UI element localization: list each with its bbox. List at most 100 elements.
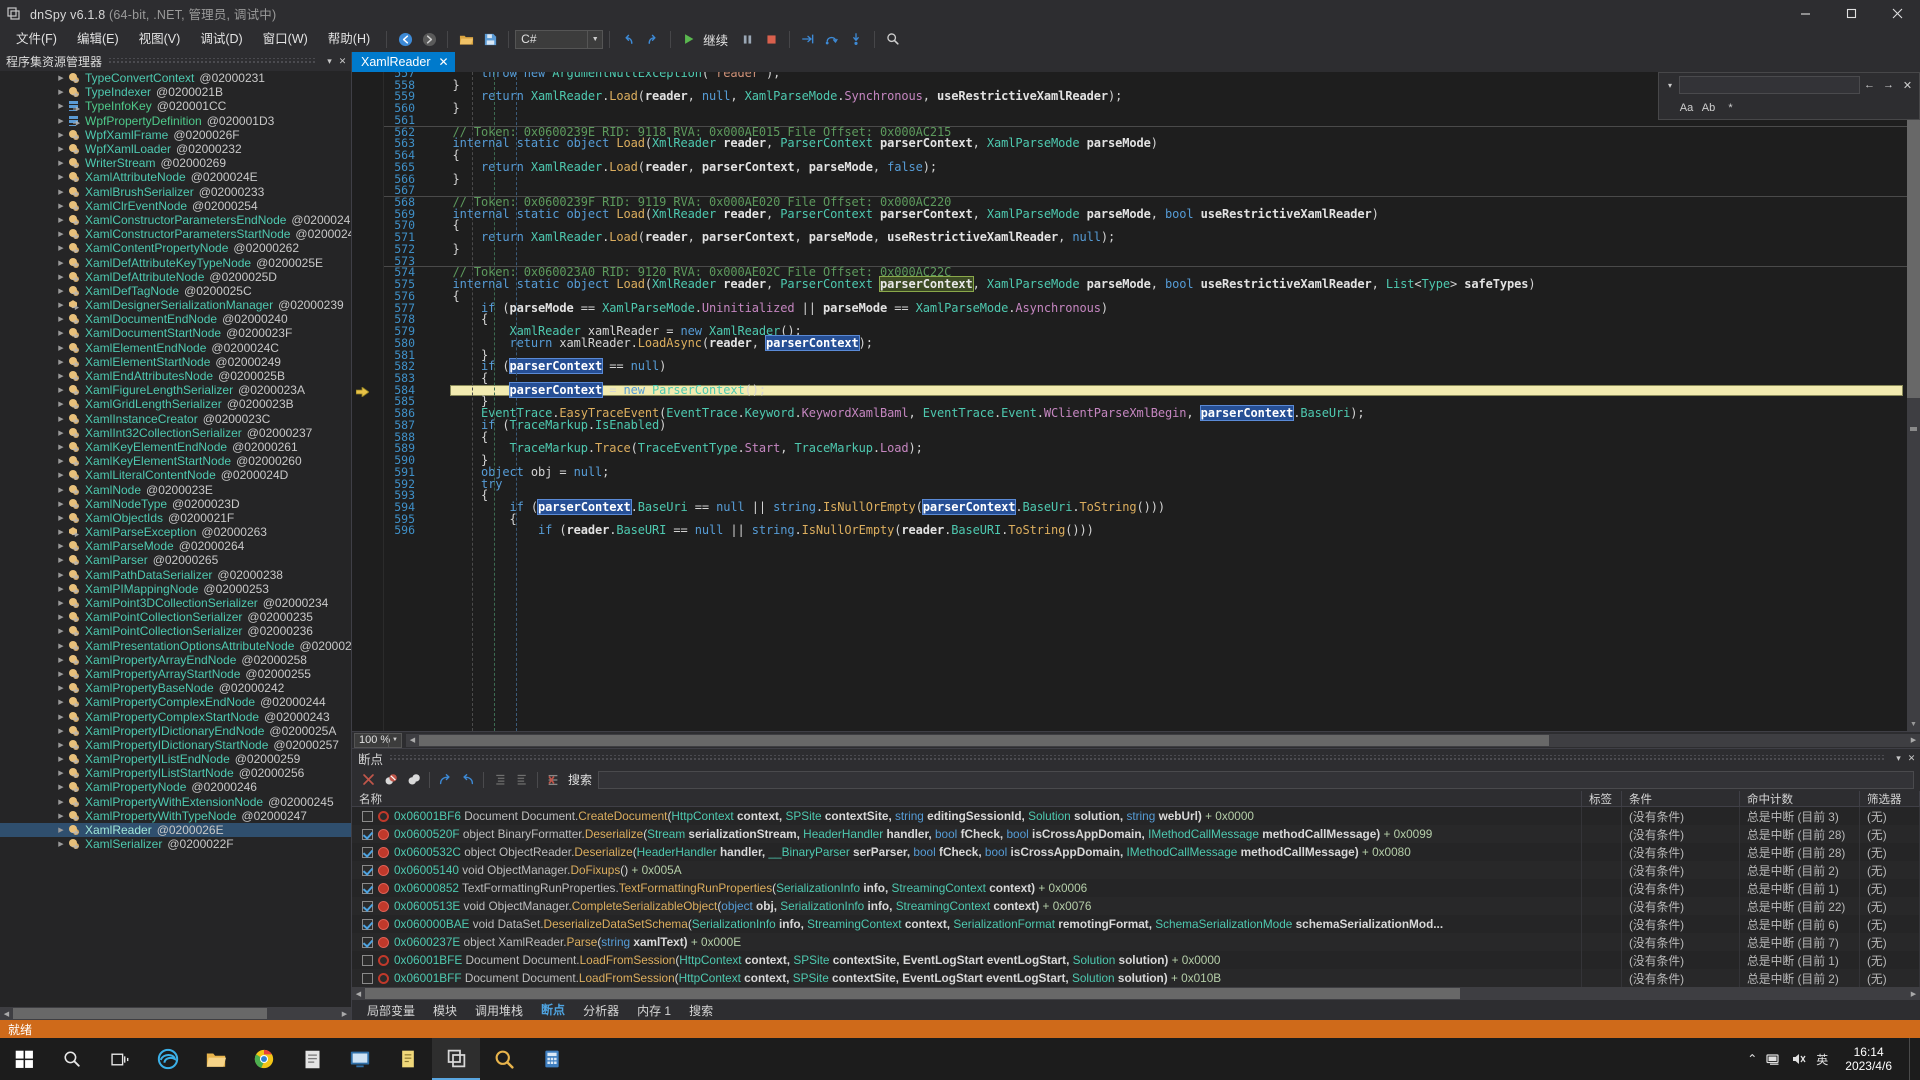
bp-label-cell[interactable] xyxy=(1582,933,1622,951)
find-input[interactable] xyxy=(1679,76,1860,94)
zoom-combo[interactable]: 100 % ▼ xyxy=(354,732,402,748)
expand-all-icon[interactable] xyxy=(488,769,510,790)
tree-expander-icon[interactable]: ▶ xyxy=(55,656,67,664)
tree-expander-icon[interactable]: ▶ xyxy=(55,471,67,479)
hscroll-left-icon[interactable]: ◀ xyxy=(406,734,419,747)
find-next-icon[interactable]: → xyxy=(1879,74,1898,96)
code-line[interactable]: 590 } xyxy=(384,454,1907,467)
tree-item[interactable]: ▶ XamlReader @0200026E xyxy=(0,822,351,838)
code-line[interactable]: 589 TraceMarkup.Trace(TraceEventType.Sta… xyxy=(384,442,1907,455)
bp-scroll-left-icon[interactable]: ◀ xyxy=(352,987,365,1000)
code-line[interactable]: 584 parserContext = new ParserContext(); xyxy=(384,381,1907,398)
tree-expander-icon[interactable]: ▶ xyxy=(55,812,67,820)
tree-item[interactable]: ▶ XamlPropertyNode @02000246 xyxy=(0,780,351,794)
breakpoints-list[interactable]: 0x06001BF6 Document Document.CreateDocum… xyxy=(352,807,1920,987)
bp-hitcount-cell[interactable]: 总是中断 (目前 2) xyxy=(1740,969,1860,987)
menu-edit[interactable]: 编辑(E) xyxy=(67,29,129,50)
bp-filter-cell[interactable]: (无) xyxy=(1860,933,1920,951)
network-icon[interactable] xyxy=(1766,1051,1782,1067)
tree-expander-icon[interactable]: ▶ xyxy=(55,585,67,593)
debug-tab[interactable]: 分析器 xyxy=(574,1000,628,1021)
breakpoints-search-input[interactable] xyxy=(598,770,1914,789)
menu-window[interactable]: 窗口(W) xyxy=(253,29,318,50)
tree-expander-icon[interactable]: ▶ xyxy=(55,826,67,834)
bp-condition-cell[interactable]: (没有条件) xyxy=(1622,915,1740,933)
tree-item[interactable]: ▶ XamlPresentationOptionsAttributeNode @02… xyxy=(0,639,351,653)
tree-expander-icon[interactable]: ▶ xyxy=(55,642,67,650)
bp-condition-cell[interactable]: (没有条件) xyxy=(1622,879,1740,897)
bp-name-cell[interactable]: 0x0600520F object BinaryFormatter.Deseri… xyxy=(352,825,1582,843)
bp-label-cell[interactable] xyxy=(1582,825,1622,843)
tree-expander-icon[interactable]: ▶ xyxy=(55,386,67,394)
bp-condition-cell[interactable]: (没有条件) xyxy=(1622,825,1740,843)
bp-hitcount-cell[interactable]: 总是中断 (目前 3) xyxy=(1740,807,1860,825)
tree-expander-icon[interactable]: ▶ xyxy=(55,698,67,706)
maximize-button[interactable] xyxy=(1828,0,1874,26)
pause-icon[interactable] xyxy=(735,28,759,50)
bp-name-cell[interactable]: 0x06005140 void ObjectManager.DoFixups()… xyxy=(352,861,1582,879)
search-app-icon[interactable] xyxy=(480,1038,528,1080)
tree-item[interactable]: ▶ XamlBrushSerializer @02000233 xyxy=(0,185,351,199)
find-prev-icon[interactable]: ← xyxy=(1860,74,1879,96)
tree-expander-icon[interactable]: ▶ xyxy=(55,159,67,167)
bp-name-cell[interactable]: 0x0600532C object ObjectReader.Deseriali… xyxy=(352,843,1582,861)
bp-column-header[interactable]: 标签 xyxy=(1582,790,1622,807)
close-button[interactable] xyxy=(1874,0,1920,26)
bp-scroll-right-icon[interactable]: ▶ xyxy=(1907,987,1920,1000)
bp-label-cell[interactable] xyxy=(1582,897,1622,915)
search-icon[interactable] xyxy=(881,28,905,50)
bp-enabled-checkbox[interactable] xyxy=(362,882,373,894)
delete-breakpoint-icon[interactable] xyxy=(357,769,379,790)
bp-label-cell[interactable] xyxy=(1582,969,1622,987)
tree-expander-icon[interactable]: ▶ xyxy=(55,358,67,366)
tree-scroll-track[interactable] xyxy=(13,1007,338,1020)
file-explorer-icon[interactable] xyxy=(192,1038,240,1080)
bp-filter-cell[interactable]: (无) xyxy=(1860,879,1920,897)
tree-item[interactable]: ▶ XamlDefTagNode @0200025C xyxy=(0,284,351,298)
tree-item[interactable]: ▶ XamlElementStartNode @02000249 xyxy=(0,355,351,369)
tree-item[interactable]: ▶ XamlFigureLengthSerializer @0200023A xyxy=(0,383,351,397)
bp-column-header[interactable]: 筛选器 xyxy=(1860,790,1920,807)
tree-expander-icon[interactable]: ▶ xyxy=(55,429,67,437)
code-line[interactable]: 566 } xyxy=(384,173,1907,186)
code-line[interactable]: 580 return xamlReader.LoadAsync(reader, … xyxy=(384,334,1907,351)
bp-name-cell[interactable]: 0x060000BAE void DataSet.DeserializeData… xyxy=(352,915,1582,933)
bp-enabled-checkbox[interactable] xyxy=(362,900,373,912)
tree-expander-icon[interactable]: ▶ xyxy=(55,741,67,749)
bp-hitcount-cell[interactable]: 总是中断 (目前 28) xyxy=(1740,825,1860,843)
tree-expander-icon[interactable]: ▶ xyxy=(55,188,67,196)
code-line[interactable]: 571 return XamlReader.Load(reader, parse… xyxy=(384,231,1907,244)
tree-expander-icon[interactable]: ▶ xyxy=(55,415,67,423)
reset-hitcount-icon[interactable] xyxy=(542,769,564,790)
bp-filter-cell[interactable]: (无) xyxy=(1860,951,1920,969)
bp-hscroll-thumb[interactable] xyxy=(365,988,1460,999)
tree-item[interactable]: ▶ XamlSerializer @0200022F xyxy=(0,837,351,851)
tree-expander-icon[interactable]: ▶ xyxy=(55,74,67,82)
bp-hitcount-cell[interactable]: 总是中断 (目前 7) xyxy=(1740,933,1860,951)
code-line[interactable]: 575 internal static object Load(XmlReade… xyxy=(384,276,1907,293)
tree-item[interactable]: ▶ XamlPropertyIListEndNode @02000259 xyxy=(0,752,351,766)
panel-menu-icon[interactable]: ▾ xyxy=(323,54,336,70)
bp-enabled-checkbox[interactable] xyxy=(362,936,373,948)
tree-item[interactable]: ▶ XamlPropertyIListStartNode @02000256 xyxy=(0,766,351,780)
bp-condition-cell[interactable]: (没有条件) xyxy=(1622,933,1740,951)
tree-item[interactable]: ▶ XamlPointCollectionSerializer @02000235 xyxy=(0,610,351,624)
tree-item[interactable]: ▶ XamlClrEventNode @02000254 xyxy=(0,199,351,213)
tree-expander-icon[interactable]: ▶ xyxy=(55,259,67,267)
tree-expander-icon[interactable]: ▶ xyxy=(55,202,67,210)
breakpoints-hscrollbar[interactable]: ◀ ▶ xyxy=(352,987,1920,1000)
tree-item[interactable]: ▶ XamlNodeType @0200023D xyxy=(0,497,351,511)
tree-expander-icon[interactable]: ▶ xyxy=(55,329,67,337)
tab-xamlreader[interactable]: XamlReader ✕ xyxy=(352,52,455,72)
task-view-icon[interactable] xyxy=(96,1038,144,1080)
continue-icon[interactable] xyxy=(677,28,701,50)
tree-item[interactable]: ▶ XamlNode @0200023E xyxy=(0,482,351,497)
match-case-icon[interactable]: Aa xyxy=(1677,99,1696,118)
windows-start-icon[interactable] xyxy=(0,1038,48,1080)
editor-vscrollbar[interactable]: ▲ ▼ xyxy=(1907,72,1920,731)
bp-hitcount-cell[interactable]: 总是中断 (目前 2) xyxy=(1740,861,1860,879)
bp-enabled-checkbox[interactable] xyxy=(362,828,373,840)
tree-item[interactable]: ▶ XamlPropertyBaseNode @02000242 xyxy=(0,681,351,695)
table-row[interactable]: 0x06001BFE Document Document.LoadFromSes… xyxy=(352,951,1920,969)
bp-condition-cell[interactable]: (没有条件) xyxy=(1622,807,1740,825)
